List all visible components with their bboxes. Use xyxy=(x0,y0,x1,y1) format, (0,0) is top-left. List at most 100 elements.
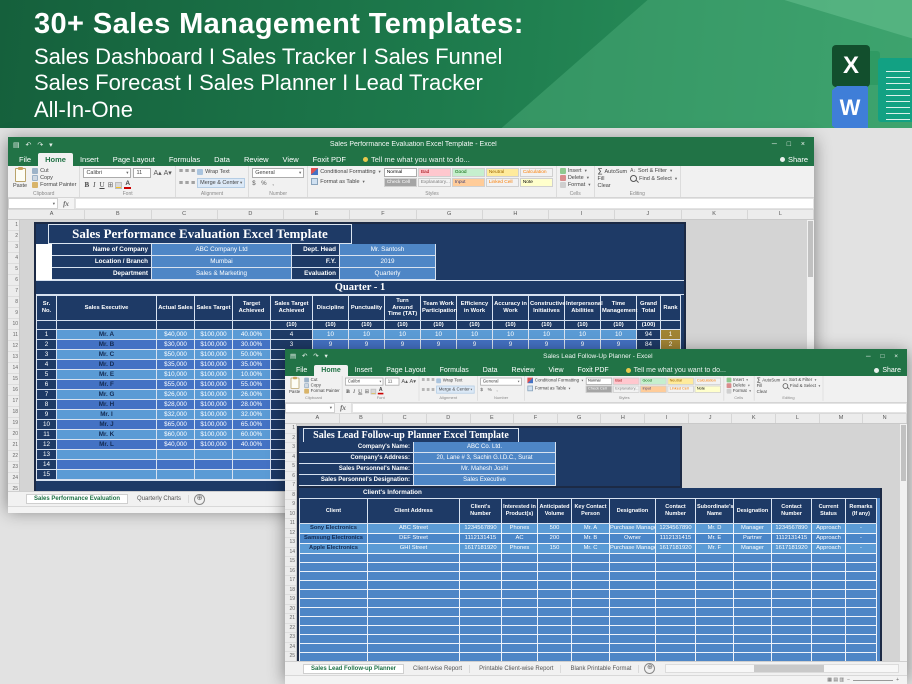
underline-button[interactable]: U xyxy=(357,388,363,394)
cell[interactable] xyxy=(734,554,772,563)
new-sheet-button[interactable]: ⊕ xyxy=(644,663,655,674)
cell[interactable] xyxy=(157,450,195,460)
cell[interactable] xyxy=(846,626,877,635)
cell[interactable] xyxy=(300,590,368,599)
cell[interactable]: 35.00% xyxy=(233,360,271,370)
column-header[interactable]: Subordinate's Name xyxy=(696,499,734,524)
cell[interactable] xyxy=(734,626,772,635)
row-header-23[interactable]: 23 xyxy=(8,462,19,473)
cell[interactable] xyxy=(572,653,610,662)
row-header-3[interactable]: 3 xyxy=(285,443,296,453)
bold-button[interactable]: B xyxy=(83,181,90,189)
cell[interactable] xyxy=(812,599,846,608)
cell[interactable] xyxy=(538,581,572,590)
row-header-20[interactable]: 20 xyxy=(285,605,296,615)
cell[interactable] xyxy=(696,599,734,608)
autosum-button[interactable]: ∑AutoSum xyxy=(598,168,628,175)
row-header-24[interactable]: 24 xyxy=(285,643,296,653)
cell[interactable]: Mr. H xyxy=(57,400,157,410)
ribbon-tab-file[interactable]: File xyxy=(12,153,38,166)
row-header-7[interactable]: 7 xyxy=(285,481,296,491)
cell[interactable] xyxy=(610,626,656,635)
insert-cells-button[interactable]: Insert▾ xyxy=(560,168,591,174)
style-chip-neutral[interactable]: Neutral xyxy=(667,378,693,385)
cell[interactable] xyxy=(572,581,610,590)
row-header-22[interactable]: 22 xyxy=(285,624,296,634)
insert-cells-button[interactable]: Insert▾ xyxy=(726,378,751,383)
column-subheader[interactable] xyxy=(157,321,195,330)
column-header[interactable]: Accuracy in Work xyxy=(493,296,529,321)
formula-input[interactable] xyxy=(352,403,907,413)
column-subheader[interactable]: (10) xyxy=(271,321,313,330)
cell[interactable]: ABC Street xyxy=(368,524,460,534)
cell[interactable] xyxy=(460,572,502,581)
cell[interactable]: 1617181920 xyxy=(772,544,812,554)
cell[interactable] xyxy=(610,572,656,581)
view-buttons[interactable]: ▦ ▤ ▥ xyxy=(827,677,844,683)
column-header-K[interactable]: K xyxy=(682,210,748,219)
row-header-1[interactable]: 1 xyxy=(8,220,19,231)
row-header-21[interactable]: 21 xyxy=(8,440,19,451)
column-header[interactable]: Discipline xyxy=(313,296,349,321)
cell[interactable]: $40,000 xyxy=(157,330,195,340)
cell[interactable] xyxy=(610,653,656,662)
cell[interactable] xyxy=(812,626,846,635)
font-color-button[interactable]: A xyxy=(124,181,131,189)
cell[interactable] xyxy=(734,635,772,644)
cell[interactable] xyxy=(734,581,772,590)
cell[interactable]: 9 xyxy=(457,340,493,350)
row-header-12[interactable]: 12 xyxy=(8,341,19,352)
cell[interactable] xyxy=(502,572,538,581)
column-header[interactable]: Current Status xyxy=(812,499,846,524)
column-header[interactable]: Contact Number xyxy=(772,499,812,524)
column-header-N[interactable]: N xyxy=(863,414,907,423)
zoom-in-button[interactable]: + xyxy=(896,677,899,683)
style-chip-check-cell[interactable]: Check Cell xyxy=(384,178,417,187)
column-header[interactable]: Interpersonal Abilities xyxy=(565,296,601,321)
align-center-icon[interactable]: ≡ xyxy=(185,180,189,187)
cell[interactable] xyxy=(195,470,233,480)
ribbon-tab-insert[interactable]: Insert xyxy=(348,365,380,376)
cell[interactable] xyxy=(300,581,368,590)
column-subheader[interactable]: (10) xyxy=(349,321,385,330)
cell[interactable] xyxy=(610,635,656,644)
cell[interactable] xyxy=(57,470,157,480)
ribbon-tab-review[interactable]: Review xyxy=(237,153,276,166)
cell[interactable] xyxy=(233,450,271,460)
cell[interactable] xyxy=(696,653,734,662)
cell[interactable] xyxy=(460,590,502,599)
name-box[interactable]: ▾ xyxy=(285,403,335,413)
number-format-select[interactable]: General▾ xyxy=(252,168,304,178)
delete-cells-button[interactable]: Delete▾ xyxy=(560,175,591,181)
clear-button[interactable]: Clear xyxy=(598,183,628,189)
cell[interactable]: 15 xyxy=(37,470,57,480)
font-size-select[interactable]: 11 xyxy=(133,168,151,178)
cell[interactable]: $60,000 xyxy=(157,430,195,440)
cell[interactable]: 10 xyxy=(385,330,421,340)
cell[interactable] xyxy=(772,608,812,617)
style-chip-bad[interactable]: Bad xyxy=(613,378,639,385)
cell[interactable] xyxy=(460,608,502,617)
cell[interactable] xyxy=(656,653,696,662)
column-header-A[interactable]: A xyxy=(19,210,85,219)
row-header-24[interactable]: 24 xyxy=(8,473,19,484)
cell[interactable] xyxy=(572,554,610,563)
cell[interactable]: Purchase Manager xyxy=(610,524,656,534)
cell[interactable]: $100,000 xyxy=(195,360,233,370)
cell[interactable] xyxy=(846,581,877,590)
cell[interactable] xyxy=(460,599,502,608)
cell[interactable]: Mr. B xyxy=(572,534,610,544)
align-left-icon[interactable]: ≡ xyxy=(422,387,425,393)
style-chip-note[interactable]: Note xyxy=(520,178,553,187)
cell[interactable] xyxy=(812,563,846,572)
column-header[interactable]: Anticipated Volume xyxy=(538,499,572,524)
cell[interactable] xyxy=(772,644,812,653)
ribbon-tab-formulas[interactable]: Formulas xyxy=(433,365,476,376)
cell[interactable]: $100,000 xyxy=(195,330,233,340)
column-subheader[interactable]: (10) xyxy=(565,321,601,330)
shrink-font-button[interactable]: A▾ xyxy=(410,379,417,385)
column-subheader[interactable]: (10) xyxy=(601,321,637,330)
zoom-slider[interactable] xyxy=(853,680,893,681)
info-value[interactable]: Mr. Mahesh Joshi xyxy=(414,464,556,475)
row-header-4[interactable]: 4 xyxy=(8,253,19,264)
